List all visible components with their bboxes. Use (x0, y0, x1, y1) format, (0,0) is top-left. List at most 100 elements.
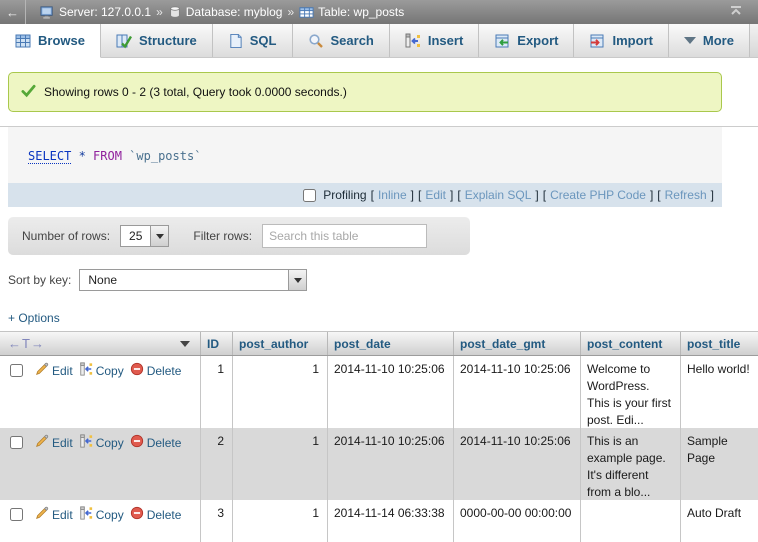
inline-link[interactable]: Inline (378, 188, 407, 202)
copy-button[interactable]: Copy (79, 434, 124, 453)
create-php-code-link[interactable]: Create PHP Code (550, 188, 646, 202)
copy-button[interactable]: Copy (79, 506, 124, 525)
breadcrumb-separator: » (156, 5, 163, 19)
cell-post-date-gmt: 2014-11-10 10:25:06 (453, 428, 580, 500)
edit-button[interactable]: Edit (35, 362, 73, 381)
collapse-console-icon[interactable] (728, 4, 744, 21)
breadcrumb-database[interactable]: Database: myblog (168, 5, 283, 19)
delete-icon (130, 434, 144, 453)
pencil-icon (35, 506, 49, 525)
tab-browse-label: Browse (38, 33, 85, 48)
sql-keyword-select: SELECT (28, 149, 71, 164)
profiling-label: Profiling (323, 188, 366, 202)
column-header-post-title[interactable]: post_title (680, 332, 758, 355)
cell-id: 2 (200, 428, 232, 500)
tab-structure[interactable]: Structure (101, 24, 213, 57)
column-header-post-content[interactable]: post_content (580, 332, 680, 355)
table-row: Edit Copy Delete 1 1 2014-11-10 10:25:06… (0, 356, 758, 428)
cell-post-author: 1 (232, 428, 327, 500)
bracket: ] (411, 188, 414, 202)
search-icon (308, 33, 324, 49)
column-header-id[interactable]: ID (200, 332, 232, 355)
bracket: [ (657, 188, 660, 202)
delete-button[interactable]: Delete (130, 506, 182, 525)
breadcrumb-server-label: Server: 127.0.0.1 (59, 5, 151, 19)
sql-star: * (71, 149, 93, 163)
profiling-checkbox[interactable] (303, 189, 316, 202)
cell-post-date: 2014-11-10 10:25:06 (327, 356, 453, 428)
tab-structure-label: Structure (139, 33, 197, 48)
number-of-rows-select[interactable]: 25 (120, 225, 169, 247)
edit-query-link[interactable]: Edit (425, 188, 446, 202)
bracket: ] (650, 188, 653, 202)
explain-sql-link[interactable]: Explain SQL (465, 188, 532, 202)
filter-rows-label: Filter rows: (193, 229, 252, 243)
cell-post-date-gmt: 2014-11-10 10:25:06 (453, 356, 580, 428)
tab-import[interactable]: Import (574, 24, 668, 57)
tab-export[interactable]: Export (479, 24, 574, 57)
export-icon (494, 33, 510, 49)
tab-browse[interactable]: Browse (0, 24, 101, 58)
cell-post-content: Welcome to WordPress. This is your first… (580, 356, 680, 428)
database-icon (168, 5, 182, 19)
sort-dropdown-icon[interactable] (180, 341, 190, 347)
cell-post-author: 1 (232, 356, 327, 428)
bracket: [ (418, 188, 421, 202)
success-message: Showing rows 0 - 2 (3 total, Query took … (8, 72, 722, 112)
insert-icon (405, 33, 421, 49)
table-icon (299, 5, 314, 20)
breadcrumb-separator: » (287, 5, 294, 19)
cell-post-title: Auto Draft (680, 500, 758, 542)
bracket: ] (450, 188, 453, 202)
sql-keyword-from: FROM (93, 149, 122, 163)
edit-button[interactable]: Edit (35, 434, 73, 453)
cell-post-date: 2014-11-14 06:33:38 (327, 500, 453, 542)
row-actions: Edit Copy Delete (0, 500, 200, 542)
column-header-post-author[interactable]: post_author (232, 332, 327, 355)
edit-button[interactable]: Edit (35, 506, 73, 525)
copy-icon (79, 362, 93, 381)
delete-button[interactable]: Delete (130, 362, 182, 381)
back-arrow-button[interactable]: ← (0, 0, 26, 24)
row-checkbox[interactable] (10, 508, 23, 521)
bracket: [ (543, 188, 546, 202)
select-arrow-icon (288, 270, 306, 290)
tab-search-label: Search (331, 33, 374, 48)
cell-post-author: 1 (232, 500, 327, 542)
tab-sql[interactable]: SQL (213, 24, 293, 57)
tab-export-label: Export (517, 33, 558, 48)
table-nav-header: ←T→ (0, 332, 200, 355)
sql-query-text: SELECT * FROM `wp_posts` (8, 127, 722, 183)
delete-button[interactable]: Delete (130, 434, 182, 453)
browse-icon (15, 33, 31, 49)
tab-insert[interactable]: Insert (390, 24, 479, 57)
breadcrumb: Server: 127.0.0.1 » Database: myblog » T… (26, 5, 404, 20)
tab-search[interactable]: Search (293, 24, 390, 57)
filter-rows-input[interactable] (262, 224, 427, 248)
row-checkbox[interactable] (10, 364, 23, 377)
sort-by-key-select[interactable]: None (79, 269, 307, 291)
row-checkbox[interactable] (10, 436, 23, 449)
table-header-row: ←T→ ID post_author post_date post_date_g… (0, 331, 758, 356)
options-toggle-link[interactable]: + Options (8, 311, 60, 325)
tab-more[interactable]: More (669, 24, 750, 57)
column-header-post-date[interactable]: post_date (327, 332, 453, 355)
bracket: [ (371, 188, 374, 202)
number-of-rows-value: 25 (121, 229, 150, 243)
copy-button[interactable]: Copy (79, 362, 124, 381)
pencil-icon (35, 362, 49, 381)
row-controls-bar: Number of rows: 25 Filter rows: (8, 217, 470, 255)
row-actions: Edit Copy Delete (0, 428, 200, 500)
breadcrumb-server[interactable]: Server: 127.0.0.1 (40, 5, 151, 20)
sql-query-section: SELECT * FROM `wp_posts` Profiling [ Inl… (8, 127, 722, 207)
nav-arrows[interactable]: ←T→ (8, 336, 45, 351)
cell-post-content (580, 500, 680, 542)
refresh-link[interactable]: Refresh (665, 188, 707, 202)
column-header-post-date-gmt[interactable]: post_date_gmt (453, 332, 580, 355)
breadcrumb-table[interactable]: Table: wp_posts (299, 5, 404, 20)
breadcrumb-table-label: Table: wp_posts (318, 5, 404, 19)
import-icon (589, 33, 605, 49)
results-table: ←T→ ID post_author post_date post_date_g… (0, 331, 758, 542)
delete-icon (130, 362, 144, 381)
server-icon (40, 5, 55, 20)
